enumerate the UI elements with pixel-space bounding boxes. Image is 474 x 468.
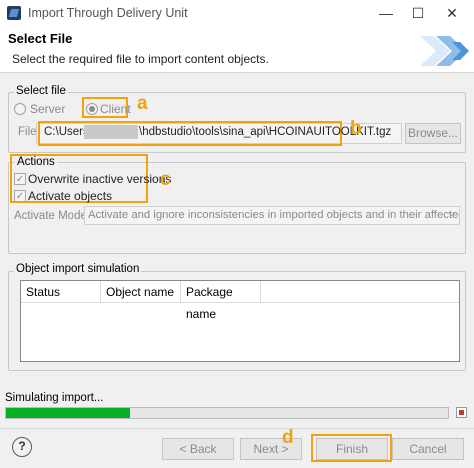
activate-mode-label: Activate Mode: [14, 210, 91, 222]
stop-icon [459, 410, 464, 415]
window-title: Import Through Delivery Unit [28, 6, 188, 20]
annotation-box-d [311, 434, 392, 462]
page-description: Select the required file to import conte… [12, 52, 269, 66]
annotation-marker-d: d [282, 427, 294, 448]
redacted-username [84, 125, 138, 139]
wizard-banner-chevrons-icon [420, 36, 469, 66]
actions-group-label: Actions [15, 156, 57, 168]
select-file-group-label: Select file [14, 85, 68, 97]
stop-button[interactable] [456, 407, 467, 418]
column-header-package-name[interactable]: Package name [181, 281, 261, 321]
overwrite-checkbox-label: Overwrite inactive versions [28, 172, 172, 186]
overwrite-checkbox[interactable]: ✓ [14, 173, 26, 185]
minimize-button[interactable]: — [374, 2, 398, 24]
activate-objects-checkbox[interactable]: ✓ [14, 190, 26, 202]
simulation-group-label: Object import simulation [14, 263, 142, 275]
app-icon [7, 6, 21, 20]
activate-objects-checkbox-label: Activate objects [28, 189, 113, 203]
help-button[interactable]: ? [12, 437, 32, 457]
close-button[interactable]: ✕ [440, 2, 464, 24]
chevron-down-icon: ⌵ [448, 208, 456, 219]
client-radio[interactable] [86, 103, 98, 115]
page-title: Select File [8, 31, 73, 46]
annotation-marker-a: a [137, 93, 148, 114]
column-header-object-name[interactable]: Object name [101, 281, 181, 303]
simulation-table: Status Object name Package name [20, 280, 460, 362]
activate-mode-value: Activate and ignore inconsistencies in i… [88, 209, 459, 221]
annotation-marker-b: b [350, 118, 362, 139]
column-header-status[interactable]: Status [21, 281, 101, 303]
footer-divider [0, 428, 474, 429]
cancel-button[interactable]: Cancel [392, 438, 464, 460]
column-header-filler [261, 281, 459, 303]
back-button[interactable]: < Back [162, 438, 234, 460]
progress-bar [5, 407, 449, 419]
maximize-button[interactable]: ☐ [406, 2, 430, 24]
server-radio-label: Server [30, 102, 66, 116]
activate-mode-select[interactable]: Activate and ignore inconsistencies in i… [84, 206, 460, 225]
server-radio[interactable] [14, 103, 26, 115]
browse-button[interactable]: Browse... [405, 123, 461, 144]
annotation-marker-c: c [160, 169, 171, 190]
client-radio-label: Client [100, 102, 131, 116]
progress-fill [6, 408, 130, 418]
status-text: Simulating import... [5, 392, 104, 404]
